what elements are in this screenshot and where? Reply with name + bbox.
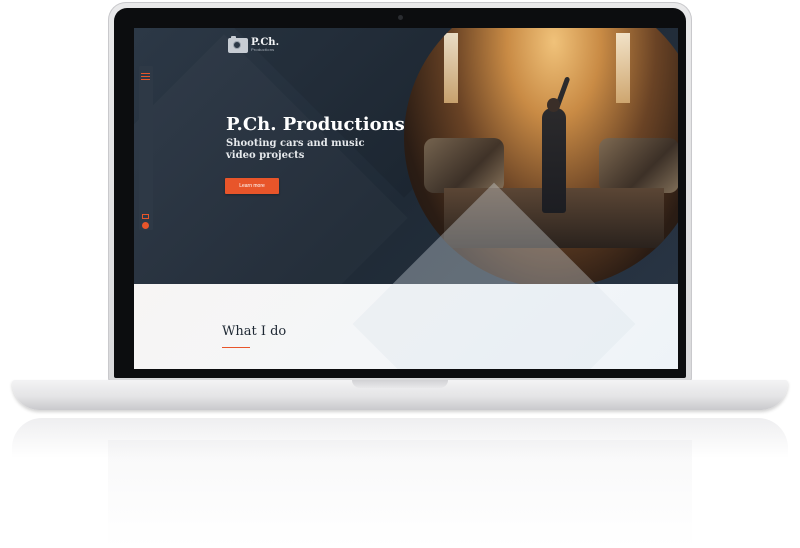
github-icon[interactable] [142, 222, 149, 229]
laptop-base [12, 380, 788, 410]
logo-text: P.Ch. Productions [251, 38, 279, 52]
photo-performer [542, 108, 566, 213]
hamburger-menu-icon[interactable] [141, 73, 150, 80]
laptop-base-notch [352, 380, 448, 388]
screen-bezel: P.Ch. Productions P.Ch. Productions Shoo… [114, 8, 686, 378]
hero-title: P.Ch. Productions [226, 114, 405, 135]
site-logo[interactable]: P.Ch. Productions [228, 35, 279, 54]
what-i-do-section: What I do [134, 182, 678, 369]
logo-subtitle: Productions [251, 47, 275, 52]
camera-icon [228, 35, 248, 53]
hero-section: P.Ch. Productions P.Ch. Productions Shoo… [134, 28, 678, 284]
learn-more-button[interactable]: Learn more [225, 178, 279, 194]
mail-icon[interactable] [142, 214, 149, 219]
photo-graffiti [599, 138, 678, 193]
photo-window [444, 33, 458, 103]
section-title-underline [222, 347, 250, 348]
photo-window [616, 33, 630, 103]
hero-subtitle: Shooting cars and music video projects [226, 138, 365, 161]
laptop-lid: P.Ch. Productions P.Ch. Productions Shoo… [108, 2, 692, 382]
photo-performer-head [547, 98, 560, 112]
side-rail [139, 66, 153, 230]
section-title: What I do [222, 324, 287, 339]
laptop-base-reflection [12, 418, 788, 458]
laptop-screen: P.Ch. Productions P.Ch. Productions Shoo… [134, 28, 678, 369]
webcam-icon [398, 15, 403, 20]
